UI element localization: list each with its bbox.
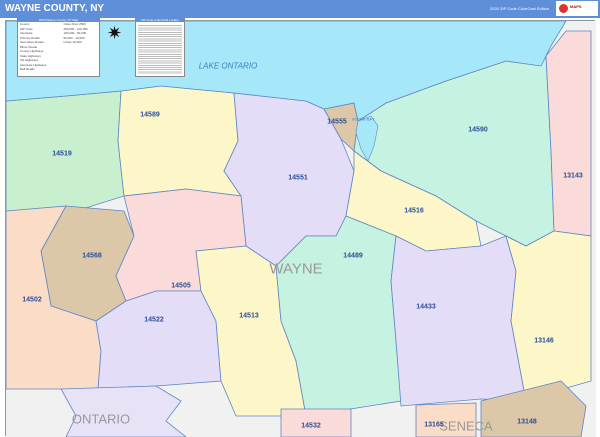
zip-label[interactable]: 14516 — [404, 208, 423, 215]
zip-label[interactable]: 14589 — [140, 112, 159, 119]
zip-label[interactable]: 13146 — [534, 338, 553, 345]
county-label-ontario: ONTARIO — [71, 411, 131, 427]
county-map[interactable]: LAKE ONTARIO SODUS BAY WAYNE ONTARIO SEN… — [5, 20, 596, 437]
zip-label[interactable]: 14522 — [144, 317, 163, 324]
zone-13143 — [545, 30, 592, 237]
logo-globe-icon — [559, 4, 568, 13]
zip-label[interactable]: 14433 — [416, 304, 435, 311]
zip-label[interactable]: 14502 — [22, 297, 41, 304]
map-canvas — [6, 21, 596, 437]
compass-rose-icon: ✷ — [107, 23, 123, 43]
zip-label[interactable]: 14489 — [343, 253, 362, 260]
zip-label[interactable]: 14513 — [239, 313, 258, 320]
zip-label[interactable]: 14568 — [82, 253, 101, 260]
zip-label[interactable]: 14519 — [52, 151, 71, 158]
legend-item: Rail Roads — [20, 67, 35, 72]
zip-label[interactable]: 14555 — [327, 119, 346, 126]
map-legend: 2020 Wayne County, NY Map County ZIP Cod… — [17, 17, 100, 77]
zip-label[interactable]: 13148 — [517, 419, 536, 426]
edition-label: 2020 ZIP Code ColorCast Edition — [490, 6, 550, 11]
locator-list — [138, 24, 182, 74]
zip-label[interactable]: 14532 — [301, 423, 320, 430]
market-maps-logo: MAPS — [556, 1, 598, 16]
page-title: WAYNE COUNTY, NY — [5, 3, 105, 14]
zip-label[interactable]: 14551 — [288, 175, 307, 182]
zip-label[interactable]: 14590 — [468, 127, 487, 134]
sodus-bay-label: SODUS BAY — [351, 116, 375, 122]
zip-label[interactable]: 13165 — [424, 422, 443, 429]
zip-locator-index: ZIP Code Index/Grid Locator — [135, 17, 185, 77]
zone-14589 — [117, 85, 242, 197]
zip-label[interactable]: 14505 — [171, 283, 190, 290]
county-label-seneca: SENECA — [439, 418, 493, 434]
zone-14433 — [390, 235, 527, 407]
lake-ontario-label: LAKE ONTARIO — [198, 61, 258, 71]
title-bar: WAYNE COUNTY, NY 2020 ZIP Code ColorCast… — [0, 0, 600, 18]
zip-label[interactable]: 13143 — [563, 173, 582, 180]
legend-city: Under 10,000 — [63, 40, 82, 45]
locator-title: ZIP Code Index/Grid Locator — [136, 18, 184, 22]
county-label-wayne: WAYNE — [269, 260, 323, 278]
